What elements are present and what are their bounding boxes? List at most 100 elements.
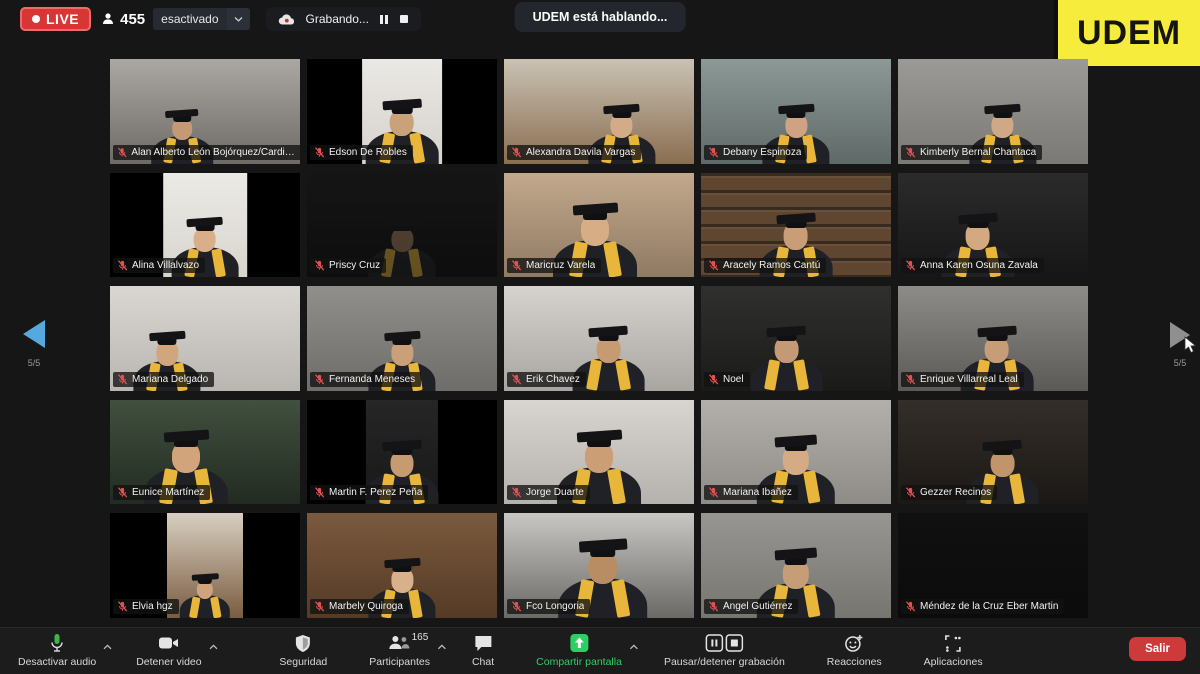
participant-name-label: Elvia hgz (113, 599, 179, 614)
participant-tile[interactable]: Maricruz Varela (504, 173, 694, 278)
participant-tile[interactable]: Mariana Delgado (110, 286, 300, 391)
participant-tile[interactable]: Kimberly Bernal Chantaca (898, 59, 1088, 164)
participant-tile[interactable]: Erik Chavez (504, 286, 694, 391)
participant-tile[interactable]: Priscy Cruz (307, 173, 497, 278)
participant-tile[interactable]: Jorge Duarte (504, 400, 694, 505)
participant-tile[interactable]: Eunice Martínez (110, 400, 300, 505)
graduation-cap-icon (163, 429, 209, 442)
participant-tile[interactable]: Noel (701, 286, 891, 391)
participant-tile[interactable]: Fco Longoria (504, 513, 694, 618)
cloud-recording-icon (278, 13, 296, 26)
participant-tile[interactable]: Méndez de la Cruz Eber Martin (898, 513, 1088, 618)
stop-recording-icon[interactable] (399, 14, 409, 24)
toolbar-mute-audio-button[interactable]: Desactivar audio (16, 631, 108, 668)
graduation-cap-icon (984, 104, 1020, 115)
chevron-up-icon[interactable] (437, 637, 446, 655)
toolbar-security-button[interactable]: Seguridad (277, 631, 339, 668)
stole (408, 589, 423, 618)
toolbar-chat-button[interactable]: Chat (470, 631, 506, 668)
chevron-up-icon[interactable] (209, 644, 218, 650)
stole (615, 360, 631, 391)
participants-count-badge: 165 (412, 632, 429, 643)
live-dot-icon (32, 15, 40, 23)
page-indicator-left: 5/5 (14, 358, 54, 368)
toolbar-share-screen-button[interactable]: Compartir pantalla (534, 631, 634, 668)
muted-mic-icon (117, 601, 128, 612)
participant-tile[interactable]: Alina Villalvazo (110, 173, 300, 278)
toolbar-stop-video-button[interactable]: Detener video (134, 631, 213, 668)
participant-grid: Alan Alberto León Bojórquez/Cardiolo... (110, 59, 1088, 618)
participant-name: Jorge Duarte (526, 487, 584, 498)
leave-button[interactable]: Salir (1129, 637, 1186, 661)
participant-tile[interactable]: Ángel Gutiérrez (701, 513, 891, 618)
live-badge: LIVE (20, 7, 91, 31)
muted-mic-icon (511, 260, 522, 271)
chevron-up-icon[interactable] (209, 637, 218, 655)
muted-mic-icon (905, 601, 916, 612)
participant-tile[interactable]: Debany Espinoza (701, 59, 891, 164)
chevron-up-icon[interactable] (103, 637, 112, 655)
participant-count[interactable]: 455 (101, 11, 145, 28)
participant-name-label: Aracely Ramos Cantú (704, 258, 826, 273)
muted-mic-icon (511, 374, 522, 385)
arrow-left-icon[interactable] (23, 320, 45, 348)
participant-name-label: Debany Espinoza (704, 145, 807, 160)
chevron-up-icon[interactable] (629, 644, 638, 650)
participant-name: Marbely Quiroga (329, 601, 403, 612)
muted-mic-icon (511, 487, 522, 498)
participant-tile[interactable]: Enrique Villarreal Leal (898, 286, 1088, 391)
page-indicator-right: 5/5 (1160, 358, 1200, 368)
share-screen-icon (569, 633, 589, 653)
muted-mic-icon (314, 487, 325, 498)
participant-name-label: Mariana Delgado (113, 372, 214, 387)
camera-icon (158, 636, 180, 650)
participant-name-label: Kimberly Bernal Chantaca (901, 145, 1042, 160)
participant-tile[interactable]: Alan Alberto León Bojórquez/Cardiolo... (110, 59, 300, 164)
participant-tile[interactable]: Mariana Ibañez (701, 400, 891, 505)
participant-tile[interactable]: Alexandra Davila Vargas (504, 59, 694, 164)
graduation-cap-icon (149, 331, 185, 342)
participant-tile[interactable]: Gezzer Recinos (898, 400, 1088, 505)
muted-mic-icon (511, 601, 522, 612)
toolbar: Desactivar audio Detener video Seguridad… (0, 627, 1200, 674)
muted-mic-icon (708, 147, 719, 158)
participant-tile[interactable]: Anna Karen Osuna Zavala (898, 173, 1088, 278)
participants-icon (388, 634, 412, 652)
participant-name: Maricruz Varela (526, 260, 595, 271)
participant-tile[interactable]: Martin F. Perez Peña (307, 400, 497, 505)
toolbar-pause-stop-recording-button[interactable]: Pausar/detener grabación (662, 631, 797, 668)
muted-mic-icon (117, 260, 128, 271)
participant-name: Mariana Delgado (132, 374, 208, 385)
participant-name: Edson De Robles (329, 147, 407, 158)
stole (408, 248, 423, 277)
participant-name-label: Noel (704, 372, 750, 387)
participant-tile[interactable]: Marbely Quiroga (307, 513, 497, 618)
chevron-up-icon[interactable] (629, 637, 638, 655)
chevron-down-icon[interactable] (227, 10, 250, 28)
toolbar-participants-button[interactable]: 165 Participantes (367, 631, 442, 668)
chevron-up-icon[interactable] (437, 644, 446, 650)
participant-tile[interactable]: Edson De Robles (307, 59, 497, 164)
participant-name: Fco Longoria (526, 601, 584, 612)
toolbar-item-label: Pausar/detener grabación (664, 656, 785, 668)
toolbar-reactions-button[interactable]: Reacciones (825, 631, 894, 668)
participant-name-label: Ángel Gutiérrez (704, 599, 798, 614)
participant-tile[interactable]: Elvia hgz (110, 513, 300, 618)
muted-mic-icon (314, 601, 325, 612)
stole (586, 360, 602, 391)
stole (804, 584, 821, 618)
participant-name-label: Gezzer Recinos (901, 485, 997, 500)
graduation-cap-icon (958, 212, 998, 224)
participant-name: Ángel Gutiérrez (723, 601, 792, 612)
participant-name: Alina Villalvazo (132, 260, 199, 271)
chevron-up-icon[interactable] (103, 644, 112, 650)
apps-icon (944, 634, 963, 653)
audio-status-dropdown[interactable]: esactivado (153, 8, 249, 30)
participant-name-label: Enrique Villarreal Leal (901, 372, 1024, 387)
participant-tile[interactable]: Aracely Ramos Cantú (701, 173, 891, 278)
toolbar-item-label: Compartir pantalla (536, 656, 622, 668)
muted-mic-icon (314, 374, 325, 385)
pause-recording-icon[interactable] (379, 14, 389, 25)
toolbar-apps-button[interactable]: Aplicaciones (922, 631, 995, 668)
participant-tile[interactable]: Fernanda Meneses (307, 286, 497, 391)
